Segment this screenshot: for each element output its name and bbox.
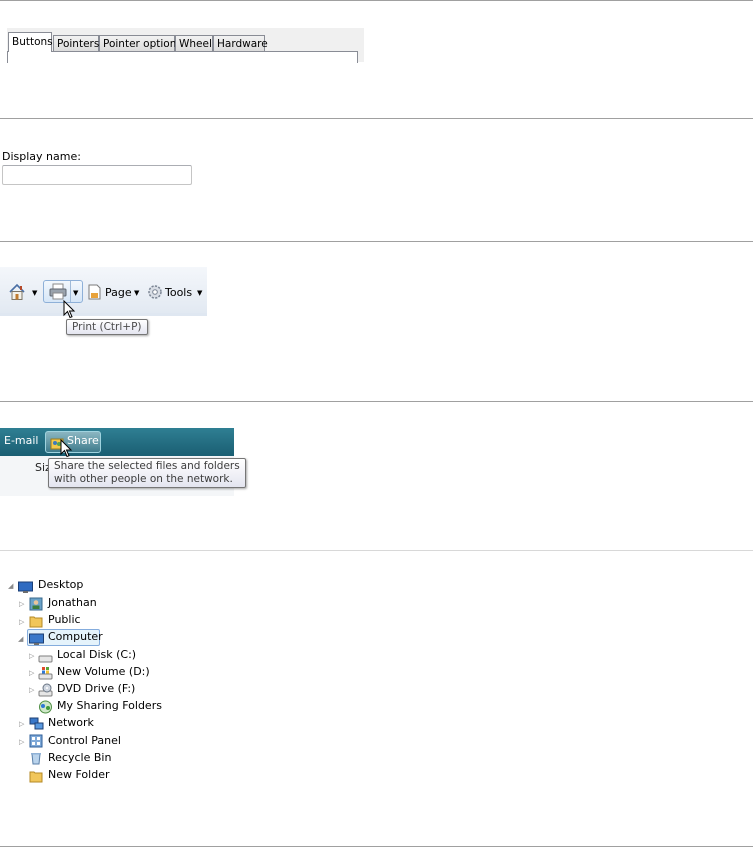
navigation-tree: ◢ Desktop ▷ Jonathan ▷ Public ◢ Computer… xyxy=(2,575,162,790)
share-tooltip: Share the selected files and folders wit… xyxy=(48,458,246,488)
tools-dropdown-arrow[interactable]: ▼ xyxy=(197,286,202,300)
tree-item-dvd-drive[interactable]: DVD Drive (F:) xyxy=(57,682,135,696)
collapsed-arrow-icon[interactable]: ▷ xyxy=(19,719,24,729)
email-button[interactable]: E-mail xyxy=(4,434,39,447)
split-divider xyxy=(70,281,71,302)
collapsed-arrow-icon[interactable]: ▷ xyxy=(19,599,24,609)
tab-hardware[interactable]: Hardware xyxy=(213,35,268,51)
collapsed-arrow-icon[interactable]: ▷ xyxy=(19,737,24,747)
display-name-input[interactable] xyxy=(2,165,192,185)
page-menu[interactable]: Page xyxy=(105,286,132,300)
sharing-folders-icon xyxy=(38,699,52,714)
control-panel-icon xyxy=(29,733,43,748)
recycle-bin-icon xyxy=(29,750,43,765)
collapsed-arrow-icon[interactable]: ▷ xyxy=(29,685,34,695)
tree-item-control-panel[interactable]: Control Panel xyxy=(48,734,121,748)
windows-drive-icon xyxy=(38,665,53,680)
share-tooltip-line-1: Share the selected files and folders xyxy=(54,460,240,472)
mouse-cursor-icon xyxy=(60,438,73,459)
home-dropdown-arrow[interactable]: ▼ xyxy=(32,286,37,300)
tree-item-new-volume[interactable]: New Volume (D:) xyxy=(57,665,150,679)
tab-wheel[interactable]: Wheel xyxy=(175,35,213,51)
folder-icon xyxy=(29,613,43,628)
collapsed-arrow-icon[interactable]: ▷ xyxy=(19,617,24,627)
mouse-cursor-icon xyxy=(63,299,76,320)
computer-icon xyxy=(29,631,44,645)
drive-icon xyxy=(38,649,53,663)
tools-menu[interactable]: Tools xyxy=(165,286,192,300)
collapsed-arrow-icon[interactable]: ▷ xyxy=(29,651,34,661)
tab-panel xyxy=(7,51,358,63)
tree-item-jonathan[interactable]: Jonathan xyxy=(48,596,97,610)
home-icon[interactable] xyxy=(8,283,26,301)
print-tooltip: Print (Ctrl+P) xyxy=(66,319,148,335)
tab-buttons[interactable]: Buttons xyxy=(8,32,53,52)
print-icon xyxy=(49,283,67,300)
separator xyxy=(0,846,753,847)
tree-item-local-disk[interactable]: Local Disk (C:) xyxy=(57,648,136,662)
tab-pointers[interactable]: Pointers xyxy=(53,35,99,51)
tab-pointer-options[interactable]: Pointer options xyxy=(99,35,182,51)
collapsed-arrow-icon[interactable]: ▷ xyxy=(29,668,34,678)
separator xyxy=(0,401,753,402)
separator xyxy=(0,241,753,242)
separator xyxy=(0,0,753,1)
expanded-arrow-icon[interactable]: ◢ xyxy=(18,634,23,644)
share-tooltip-line-2: with other people on the network. xyxy=(54,473,233,485)
page-icon xyxy=(87,284,102,300)
page-dropdown-arrow[interactable]: ▼ xyxy=(134,286,139,300)
separator xyxy=(0,550,753,551)
separator xyxy=(0,118,753,119)
tree-item-public[interactable]: Public xyxy=(48,613,81,627)
tree-item-network[interactable]: Network xyxy=(48,716,94,730)
tab-control: Buttons Pointers Pointer options Wheel H… xyxy=(7,28,364,63)
expanded-arrow-icon[interactable]: ◢ xyxy=(8,581,13,591)
display-name-label: Display name: xyxy=(2,150,81,163)
tree-item-recycle-bin[interactable]: Recycle Bin xyxy=(48,751,111,765)
tree-item-computer[interactable]: Computer xyxy=(48,630,103,644)
desktop-icon xyxy=(18,579,33,593)
folder-icon xyxy=(29,768,43,783)
user-folder-icon xyxy=(29,596,43,611)
dvd-drive-icon xyxy=(38,682,53,697)
network-icon xyxy=(29,716,44,730)
tree-item-new-folder[interactable]: New Folder xyxy=(48,768,109,782)
gear-icon xyxy=(147,284,163,300)
toolbar-edge xyxy=(0,313,207,316)
print-dropdown-arrow[interactable]: ▼ xyxy=(73,286,78,300)
tree-item-desktop[interactable]: Desktop xyxy=(38,578,83,592)
tree-item-sharing-folders[interactable]: My Sharing Folders xyxy=(57,699,162,713)
